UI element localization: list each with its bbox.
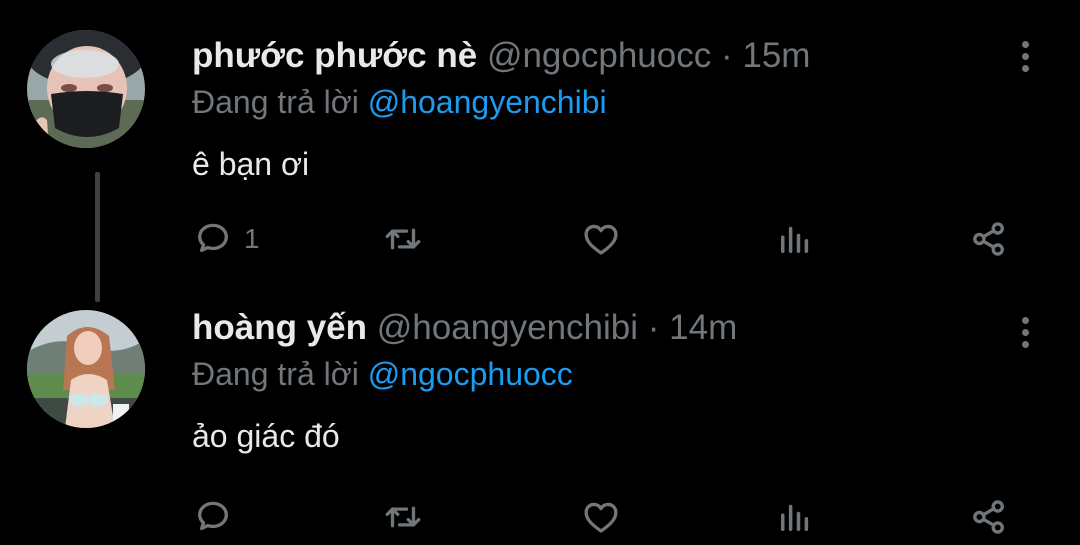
author-name[interactable]: phước phước nè [192,36,477,75]
like-icon [580,496,622,538]
action-bar: 1 [192,214,1022,264]
reply-button[interactable] [192,492,244,542]
tweet-text: ê bạn ơi [192,146,310,182]
mention-link[interactable]: @ngocphuocc [368,356,573,392]
author-name[interactable]: hoàng yến [192,308,367,347]
separator: · [720,36,733,75]
reply-icon [192,218,234,260]
share-button[interactable] [968,492,1010,542]
retweet-button[interactable] [382,492,424,542]
retweet-icon [382,218,424,260]
reply-icon [192,496,234,538]
separator: · [647,308,660,347]
share-icon [968,218,1010,260]
author-handle[interactable]: @hoangyenchibi [377,308,638,347]
views-button[interactable] [774,492,816,542]
like-button[interactable] [580,214,622,264]
more-icon[interactable] [1010,312,1040,352]
more-icon[interactable] [1010,36,1040,76]
reply-count: 1 [244,223,260,254]
views-button[interactable] [774,214,816,264]
thread-connector [95,172,100,302]
action-bar [192,492,1022,542]
share-icon [968,496,1010,538]
like-icon [580,218,622,260]
author-handle[interactable]: @ngocphuocc [487,36,711,75]
reply-button[interactable]: 1 [192,214,260,264]
retweet-icon [382,496,424,538]
like-button[interactable] [580,492,622,542]
views-icon [774,496,816,538]
replying-to-label: Đang trả lời [192,356,359,392]
timestamp[interactable]: 15m [742,36,810,75]
tweet[interactable]: phước phước nè @ngocphuocc · 15m Đang tr… [0,0,1080,302]
replying-to-label: Đang trả lời [192,84,359,120]
views-icon [774,218,816,260]
share-button[interactable] [968,214,1010,264]
retweet-button[interactable] [382,214,424,264]
mention-link[interactable]: @hoangyenchibi [368,84,607,120]
timestamp[interactable]: 14m [669,308,737,347]
avatar[interactable] [27,310,145,428]
tweet-text: ảo giác đó [192,418,340,454]
avatar[interactable] [27,30,145,148]
